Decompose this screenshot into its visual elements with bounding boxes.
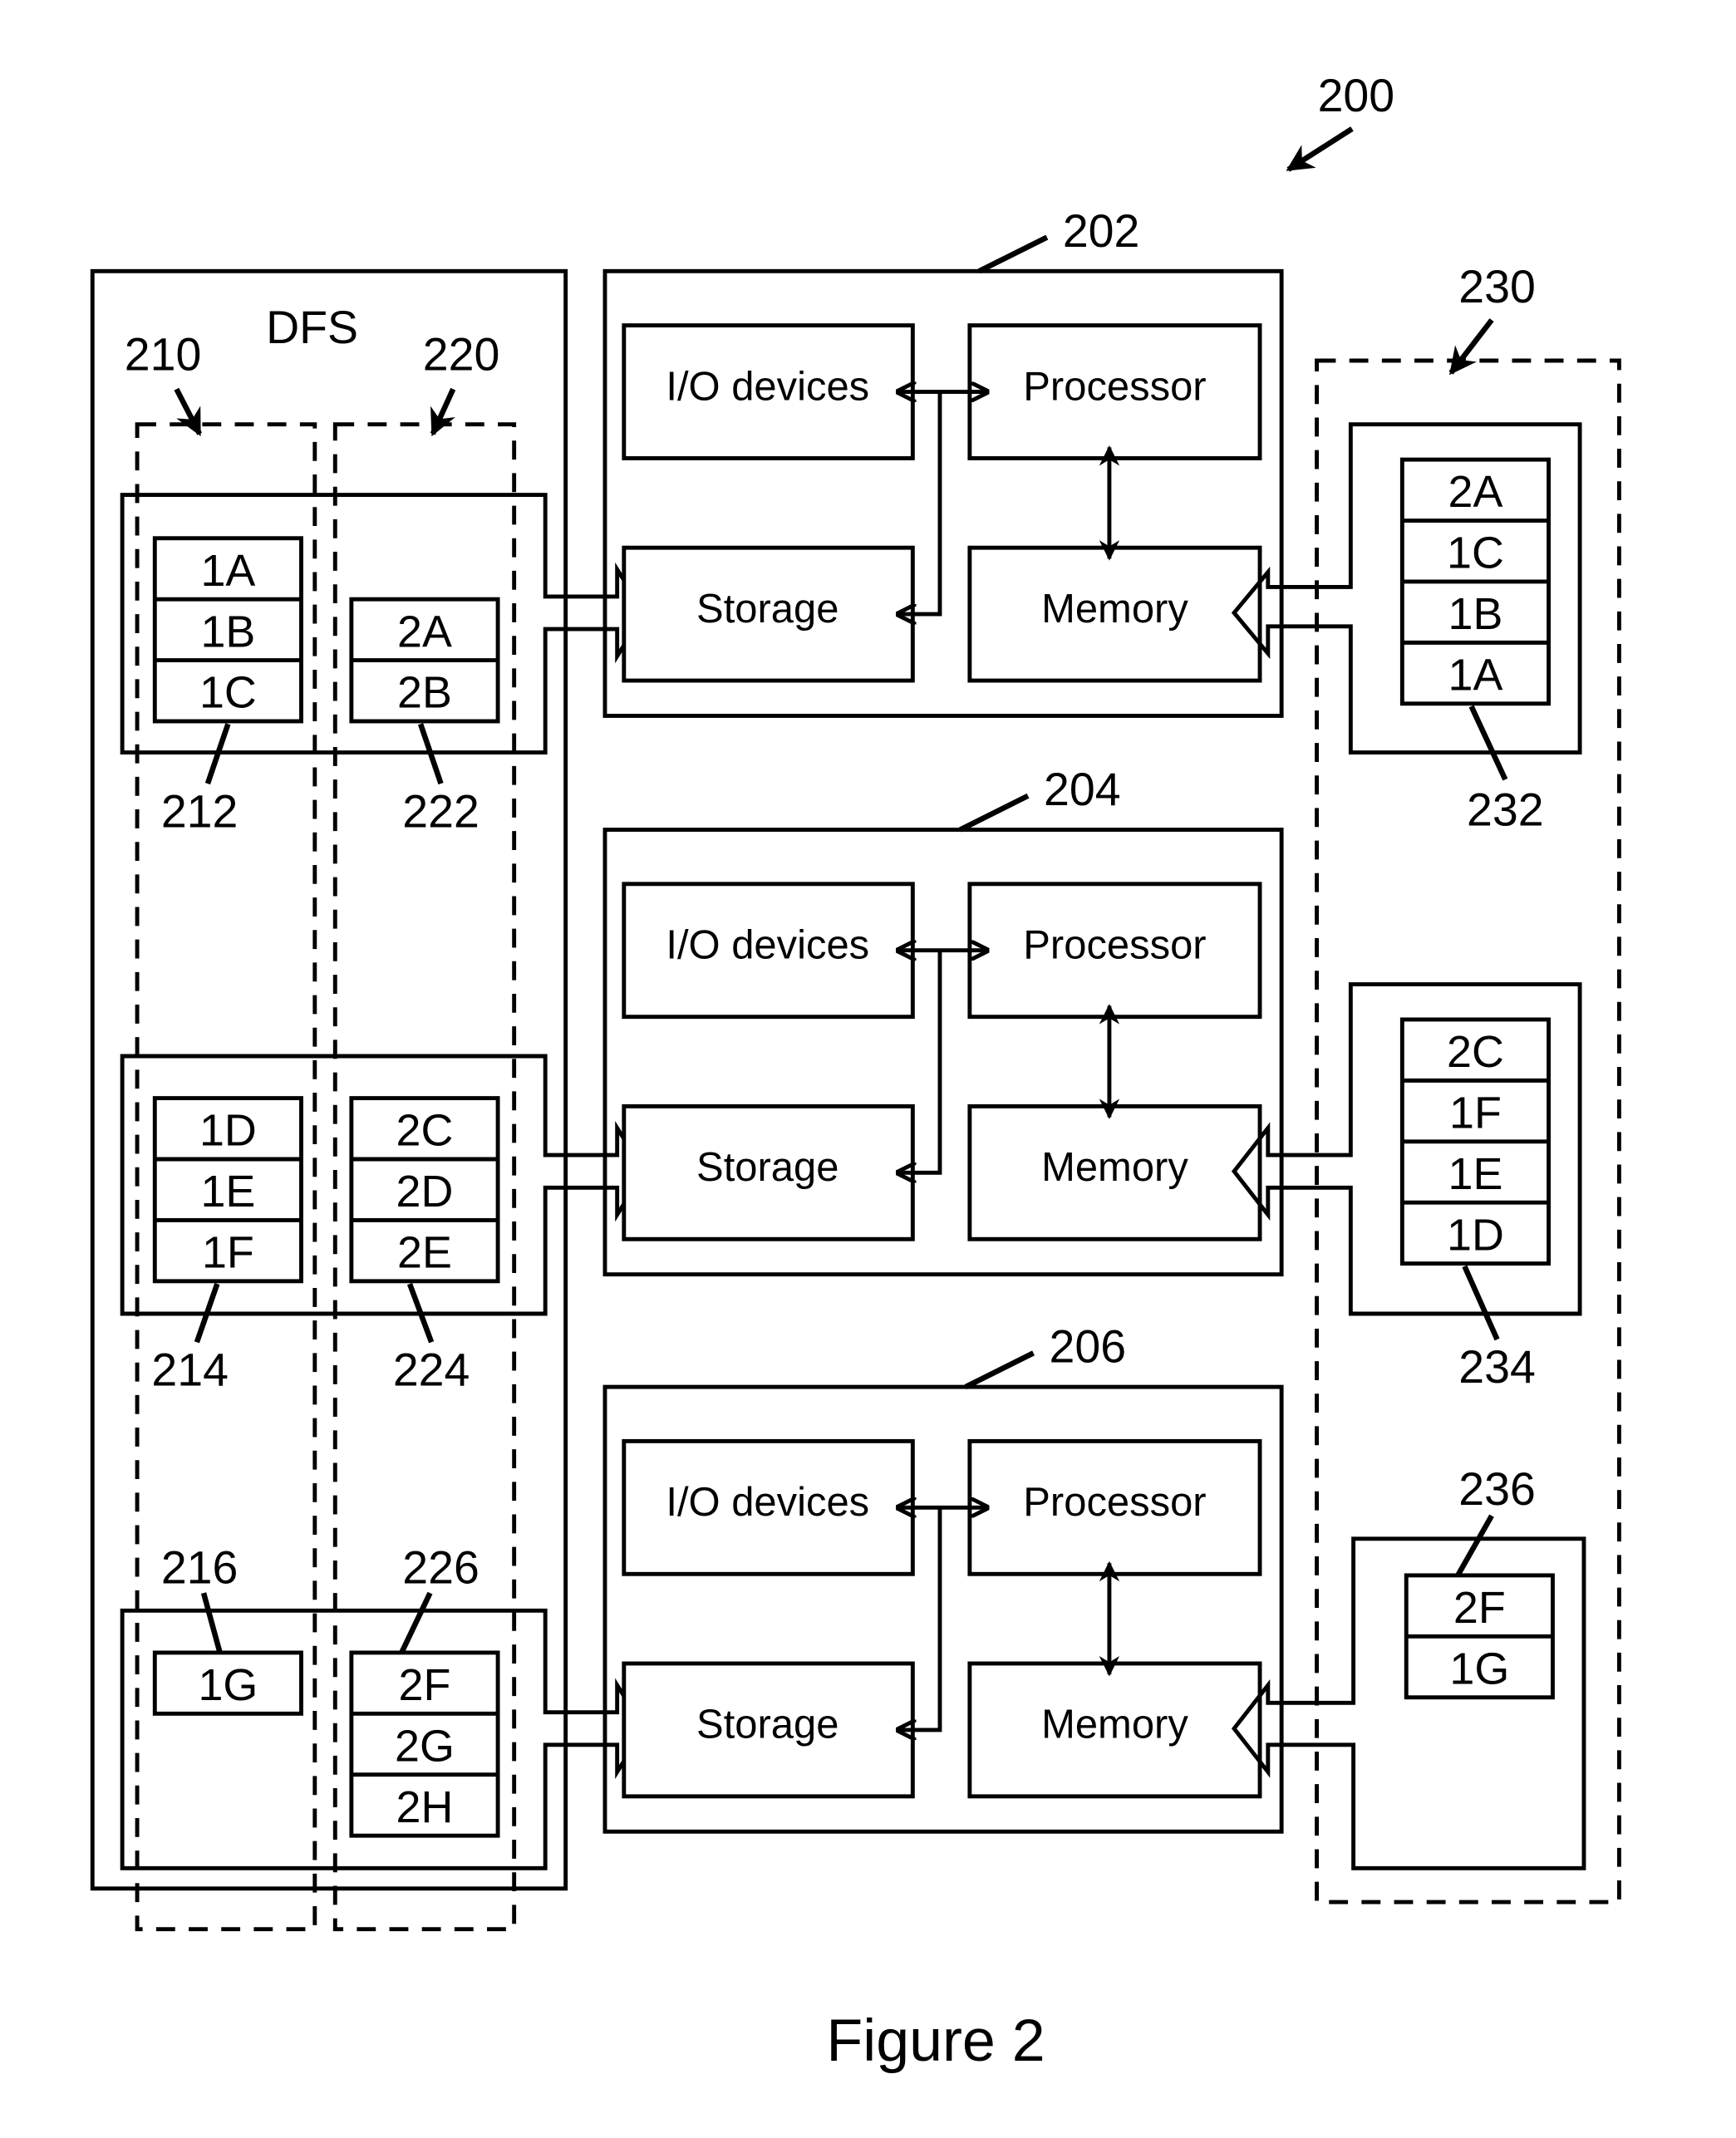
ref-232: 232 — [1467, 784, 1544, 836]
cache-block: 2A — [1448, 467, 1503, 517]
ref-202: 202 — [1063, 205, 1140, 257]
processor-204-label: Processor — [1023, 923, 1206, 968]
block-stack-224: 2C 2D 2E — [349, 1096, 500, 1284]
figure-ref-label: 200 — [1318, 70, 1395, 121]
ref-206: 206 — [1050, 1321, 1127, 1373]
cache-stack-232: 2A 1C 1B 1A 232 — [1231, 422, 1582, 836]
ref-214: 214 — [151, 1344, 229, 1395]
group-220-arrow-icon — [430, 387, 456, 437]
leader-204 — [958, 793, 1030, 833]
cache-stack-236: 236 2F 1G — [1231, 1463, 1586, 1870]
processor-206-label: Processor — [1023, 1480, 1206, 1525]
block-1E: 1E — [200, 1167, 255, 1216]
ref-230: 230 — [1458, 261, 1536, 312]
block-2H: 2H — [396, 1782, 454, 1832]
io-devices-204-label: I/O devices — [666, 923, 869, 968]
block-stack-222: 2A 2B — [349, 597, 500, 724]
cache-block: 1F — [1449, 1088, 1502, 1138]
processor-202-label: Processor — [1023, 364, 1206, 409]
cache-block: 1G — [1449, 1644, 1509, 1693]
leader-232 — [1468, 705, 1508, 781]
ref-236: 236 — [1458, 1463, 1536, 1515]
cache-block: 1C — [1447, 528, 1504, 578]
cache-block: 1D — [1447, 1210, 1504, 1260]
block-2C: 2C — [396, 1106, 454, 1156]
figure-ref-200: 200 — [1286, 70, 1395, 172]
cache-block: 2F — [1453, 1583, 1506, 1633]
leader-234 — [1462, 1265, 1500, 1341]
block-2F: 2F — [399, 1660, 451, 1710]
cache-block: 2C — [1447, 1027, 1504, 1077]
block-1G: 1G — [198, 1660, 258, 1710]
figure-ref-arrow-icon — [1286, 126, 1354, 172]
storage-206-label: Storage — [696, 1703, 838, 1747]
figure-canvas: 200 DFS 210 220 1A 1B 1C 212 2A 2B 222 1… — [0, 0, 1736, 2138]
node-204: 204 I/O devices Processor Storage Memory — [602, 764, 1284, 1277]
io-devices-206-label: I/O devices — [666, 1480, 869, 1525]
cache-stack-234: 2C 1F 1E 1D 234 — [1231, 982, 1582, 1393]
memory-206-label: Memory — [1041, 1703, 1188, 1747]
block-1F: 1F — [202, 1228, 254, 1278]
leader-202 — [977, 234, 1049, 274]
block-1B: 1B — [200, 607, 255, 656]
leader-236 — [1455, 1514, 1494, 1577]
node-206: 206 I/O devices Processor Storage Memory — [602, 1321, 1284, 1834]
ref-226: 226 — [402, 1542, 479, 1594]
block-2B: 2B — [397, 668, 452, 718]
ref-234: 234 — [1458, 1341, 1536, 1393]
leader-226 — [399, 1591, 433, 1654]
ref-216: 216 — [161, 1542, 239, 1594]
block-stack-226: 2F 2G 2H — [349, 1650, 500, 1838]
block-stack-212: 1A 1B 1C — [152, 536, 303, 724]
cache-230-arrow-icon — [1448, 318, 1494, 376]
group-220-label: 220 — [423, 328, 500, 380]
ref-204: 204 — [1044, 764, 1121, 815]
leader-216 — [200, 1592, 223, 1654]
dfs-title: DFS — [266, 302, 358, 353]
ref-212: 212 — [161, 785, 239, 837]
block-1D: 1D — [199, 1106, 257, 1156]
block-2D: 2D — [396, 1167, 454, 1216]
block-stack-216: 1G — [152, 1650, 303, 1716]
figure-caption: Figure 2 — [826, 2008, 1045, 2074]
memory-204-label: Memory — [1041, 1145, 1188, 1190]
leader-206 — [964, 1350, 1035, 1390]
cache-block: 1E — [1448, 1149, 1503, 1199]
memory-202-label: Memory — [1041, 587, 1188, 632]
node-202: 202 I/O devices Processor Storage Memory — [602, 205, 1284, 718]
block-stack-214: 1D 1E 1F — [152, 1096, 303, 1284]
block-2G: 2G — [395, 1721, 455, 1771]
group-210-arrow-icon — [174, 387, 203, 437]
cache-block: 1B — [1448, 589, 1503, 639]
block-1C: 1C — [199, 668, 257, 718]
ref-222: 222 — [402, 785, 479, 837]
io-devices-202-label: I/O devices — [666, 364, 869, 409]
block-1A: 1A — [200, 546, 255, 596]
storage-202-label: Storage — [696, 587, 838, 632]
storage-204-label: Storage — [696, 1145, 838, 1190]
block-2E: 2E — [397, 1228, 452, 1278]
block-2A: 2A — [397, 607, 452, 656]
cache-block: 1A — [1448, 650, 1503, 700]
group-210-label: 210 — [125, 328, 202, 380]
dfs-box — [90, 268, 568, 1891]
diagram-svg: 200 DFS 210 220 1A 1B 1C 212 2A 2B 222 1… — [90, 70, 1621, 2074]
ref-224: 224 — [393, 1344, 470, 1395]
